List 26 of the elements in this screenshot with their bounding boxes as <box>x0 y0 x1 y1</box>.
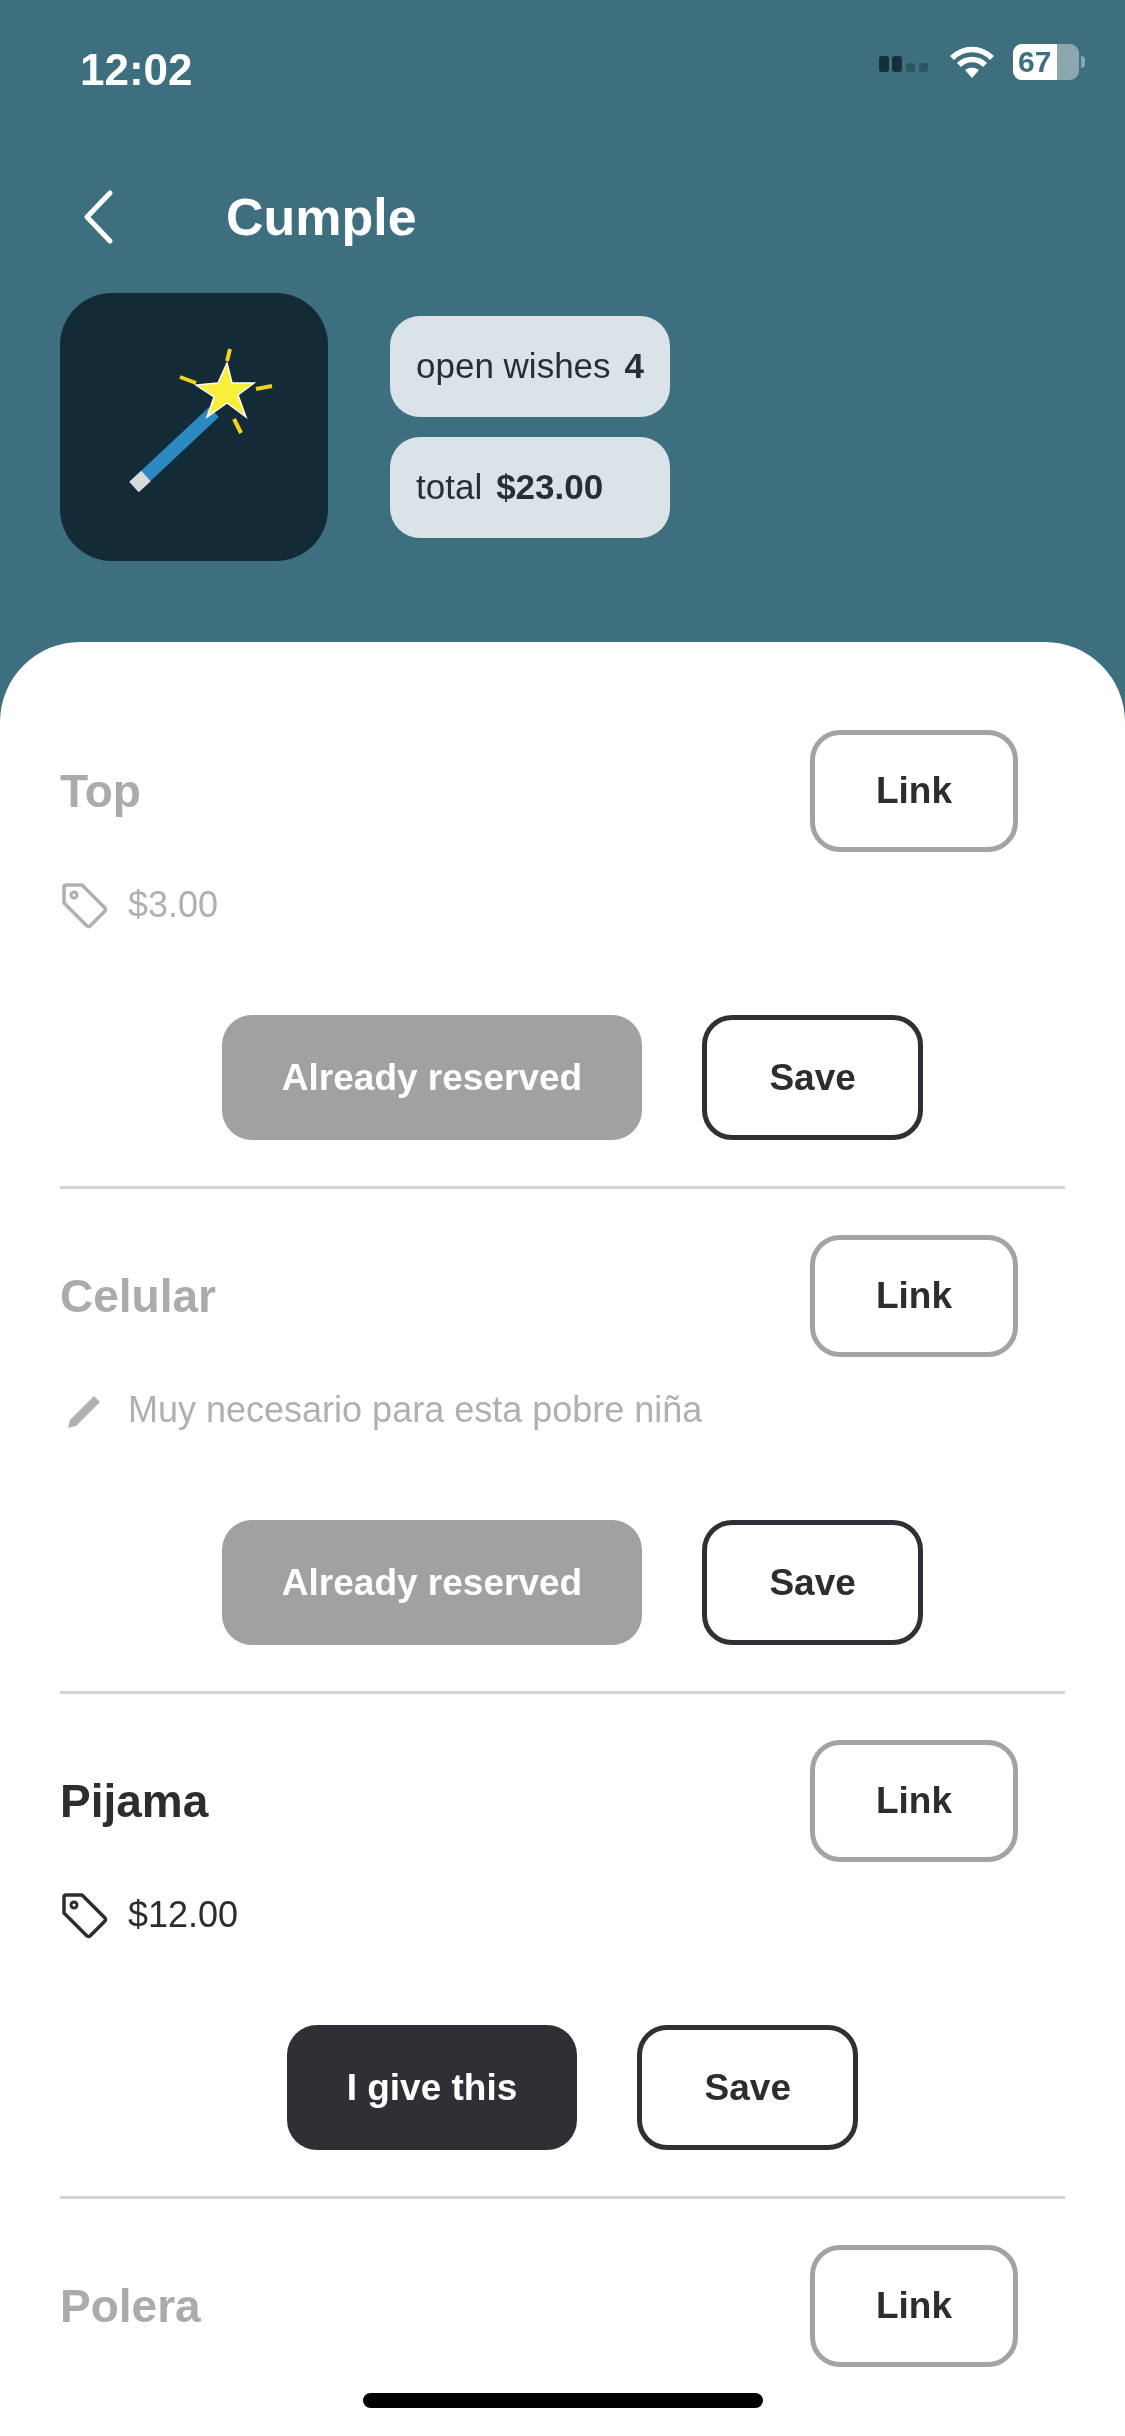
stat-label: total <box>416 466 483 509</box>
save-button[interactable]: Save <box>637 2025 859 2150</box>
tag-icon <box>60 1891 108 1939</box>
wish-title: Pijama <box>60 1773 209 1829</box>
tag-icon <box>60 881 108 929</box>
battery-icon: 67 <box>1013 44 1079 80</box>
wish-title: Celular <box>60 1268 216 1324</box>
wifi-icon <box>949 45 995 79</box>
page-title: Cumple <box>226 187 417 248</box>
price-text: $3.00 <box>128 883 219 927</box>
price-text: $12.00 <box>128 1893 239 1937</box>
stat-value: $23.00 <box>496 466 604 509</box>
status-time: 12:02 <box>80 44 193 96</box>
link-button[interactable]: Link <box>810 1740 1018 1862</box>
give-button[interactable]: I give this <box>286 2025 578 2150</box>
link-button[interactable]: Link <box>810 730 1018 852</box>
link-button[interactable]: Link <box>810 2245 1018 2367</box>
link-button[interactable]: Link <box>810 1235 1018 1357</box>
save-button[interactable]: Save <box>702 1015 924 1140</box>
wish-title: Top <box>60 763 141 819</box>
save-button[interactable]: Save <box>702 1520 924 1645</box>
stat-value: 4 <box>624 345 645 388</box>
note-text: Muy necesario para esta pobre niña <box>128 1388 703 1432</box>
magic-wand-icon <box>60 293 328 561</box>
stat-label: open wishes <box>416 345 611 388</box>
wish-title: Polera <box>60 2278 201 2334</box>
